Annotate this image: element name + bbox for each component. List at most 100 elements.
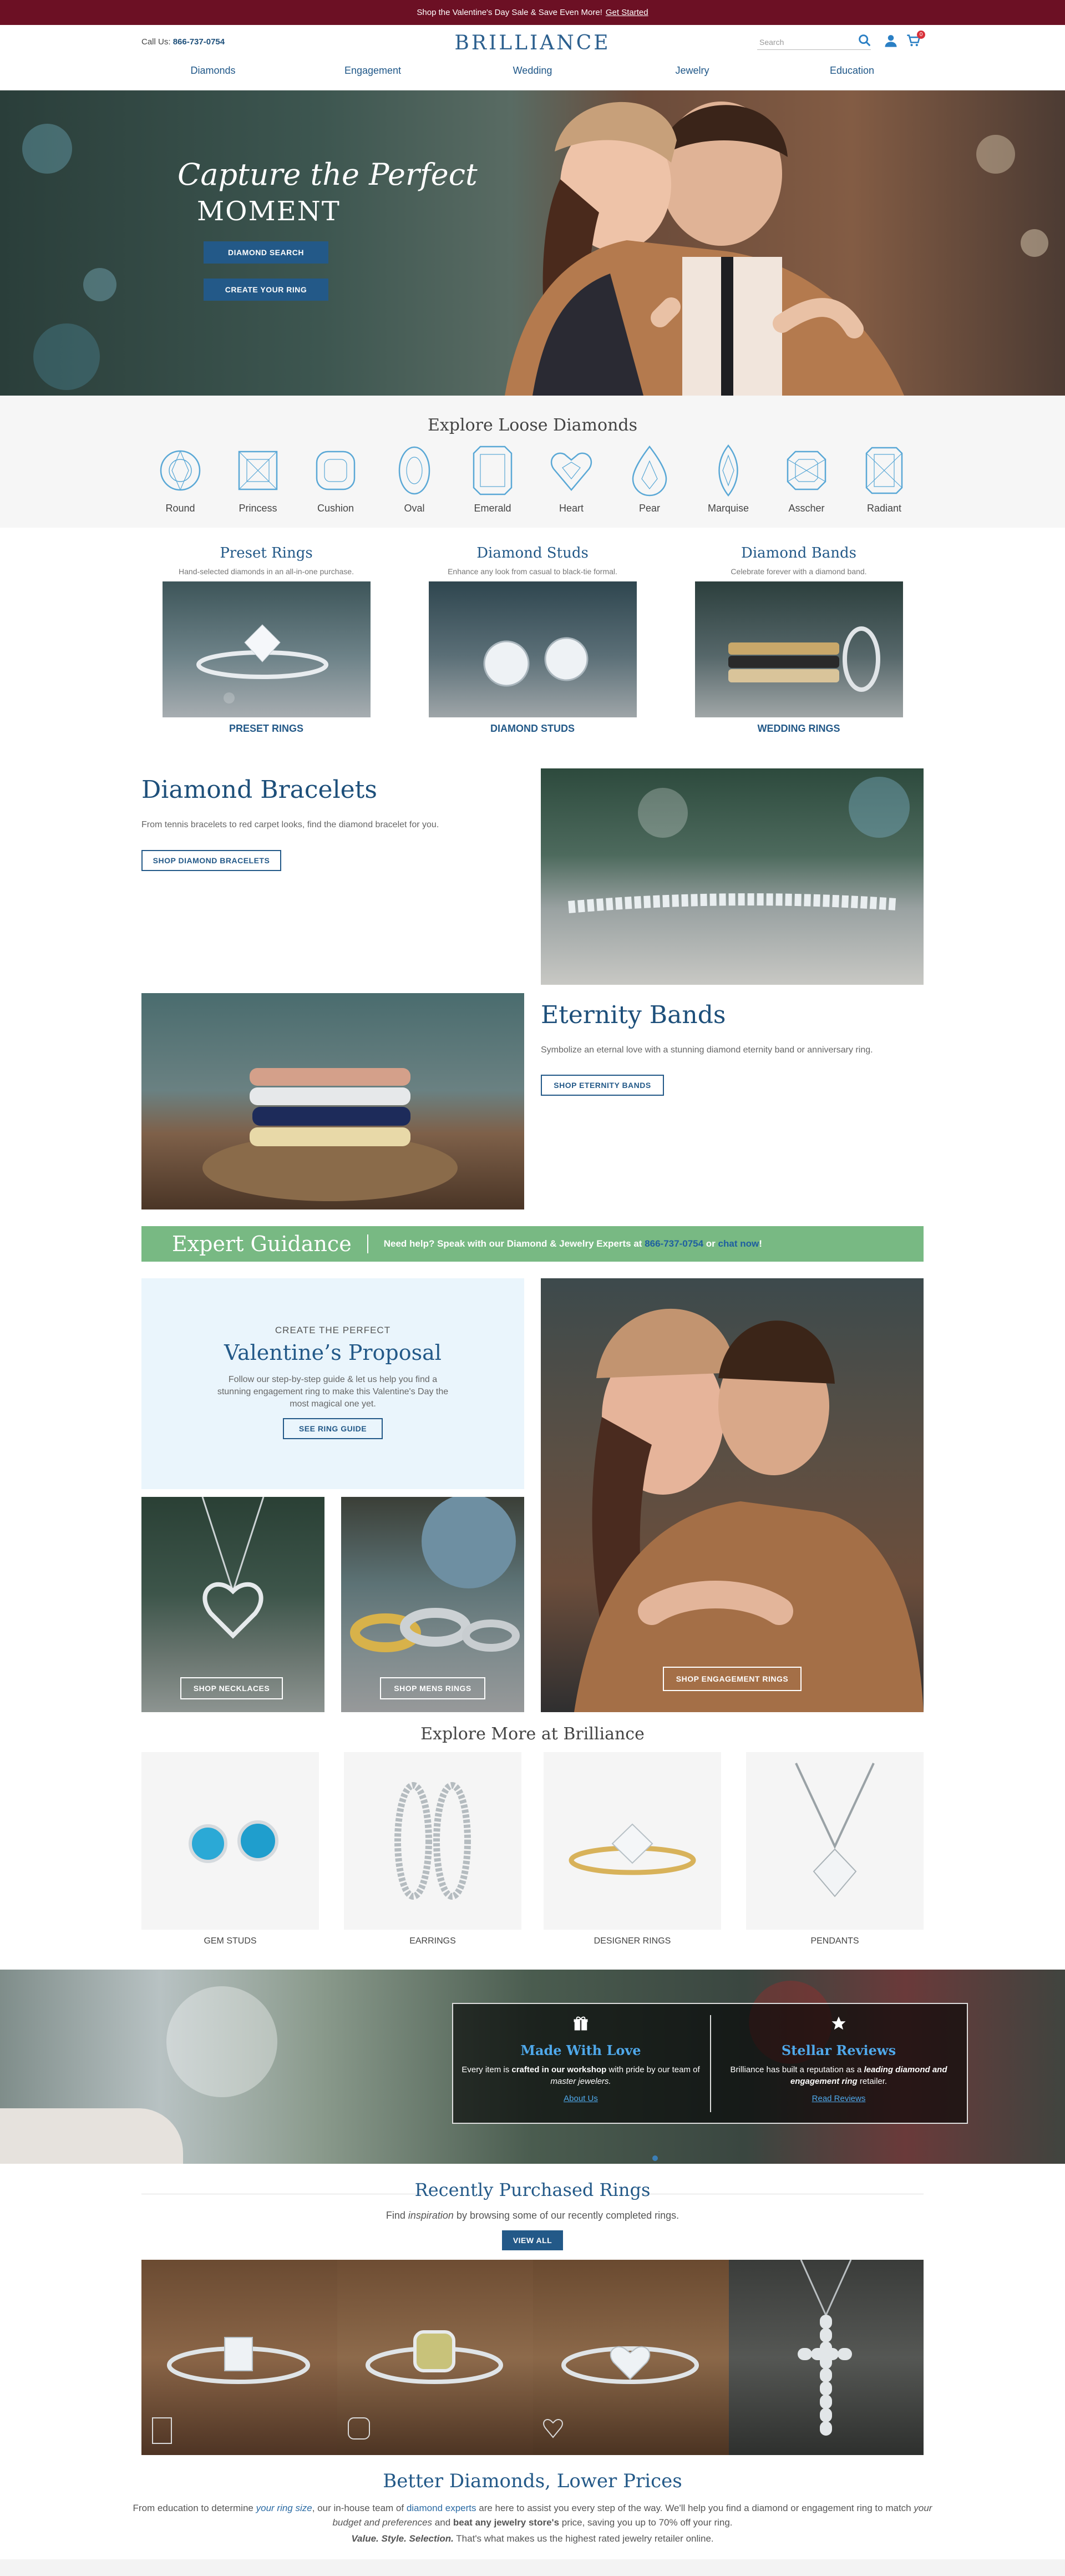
valentines-proposal-box: CREATE THE PERFECT Valentine’s Proposal … <box>141 1278 524 1489</box>
shop-necklaces-button[interactable]: SHOP NECKLACES <box>180 1677 283 1699</box>
better-diamonds-title: Better Diamonds, Lower Prices <box>383 2470 682 2492</box>
hero-script-text: Capture the Perfect <box>178 157 478 192</box>
cushion-diamond-icon <box>316 451 356 490</box>
hero-couple-image <box>505 102 904 396</box>
bracelets-text: From tennis bracelets to red carpet look… <box>141 820 439 829</box>
shape-emerald[interactable]: Emerald <box>459 444 526 514</box>
earrings-card[interactable] <box>344 1752 521 1930</box>
shop-engagement-rings-button[interactable]: SHOP ENGAGEMENT RINGS <box>663 1667 802 1691</box>
nav-engagement[interactable]: Engagement <box>344 65 401 77</box>
hero-banner: Capture the Perfect MOMENT DIAMOND SEARC… <box>0 90 1065 396</box>
carousel-dot[interactable] <box>652 2155 658 2161</box>
diamond-bands-title[interactable]: Diamond Bands <box>693 545 904 561</box>
account-icon[interactable] <box>883 33 899 48</box>
main-nav: Diamonds Engagement Wedding Jewelry Educ… <box>0 65 1065 87</box>
shape-asscher[interactable]: Asscher <box>773 444 840 514</box>
trust-box: Made With Love Every item is crafted in … <box>452 2003 968 2124</box>
shape-princess[interactable]: Princess <box>225 444 291 514</box>
recently-purchased-title: Recently Purchased Rings <box>414 2179 651 2200</box>
preset-rings-title[interactable]: Preset Rings <box>161 545 372 561</box>
loose-diamonds-section: Explore Loose Diamonds Round Princess Cu… <box>0 396 1065 528</box>
recent-ring-1[interactable] <box>141 2260 337 2455</box>
recent-ring-2[interactable] <box>337 2260 533 2455</box>
preset-rings-image[interactable] <box>163 581 371 717</box>
recently-purchased-sub: Find inspiration by browsing some of our… <box>386 2210 679 2221</box>
designer-rings-label[interactable]: DESIGNER RINGS <box>544 1936 721 1946</box>
shop-eternity-bands-button[interactable]: SHOP ETERNITY BANDS <box>541 1075 664 1096</box>
oval-diamond-icon <box>398 446 430 495</box>
nav-jewelry[interactable]: Jewelry <box>675 65 709 77</box>
marquise-diamond-icon <box>718 444 738 497</box>
search-icon[interactable] <box>857 33 873 48</box>
gem-studs-label[interactable]: GEM STUDS <box>141 1936 319 1946</box>
preset-rings-link[interactable]: PRESET RINGS <box>161 723 372 735</box>
pendants-label[interactable]: PENDANTS <box>746 1936 924 1946</box>
nav-diamonds[interactable]: Diamonds <box>190 65 235 77</box>
promo-text: Shop the Valentine's Day Sale & Save Eve… <box>417 8 602 17</box>
shape-oval[interactable]: Oval <box>381 444 448 514</box>
engagement-couple-image[interactable]: SHOP ENGAGEMENT RINGS <box>541 1278 924 1712</box>
shape-label: Round <box>165 503 195 514</box>
round-diamond-icon <box>160 450 201 491</box>
shape-pear[interactable]: Pear <box>616 444 683 514</box>
made-with-love-text: Every item is crafted in our workshop wi… <box>462 2065 700 2086</box>
ring-size-link[interactable]: your ring size <box>256 2503 312 2513</box>
preset-rings-sub: Hand-selected diamonds in an all-in-one … <box>179 567 354 576</box>
bracelet-image[interactable] <box>541 768 924 985</box>
eternity-bands-image[interactable] <box>141 993 524 1209</box>
footer-strip <box>0 2559 1065 2576</box>
diamond-studs-link[interactable]: DIAMOND STUDS <box>427 723 638 735</box>
explore-more-title: Explore More at Brilliance <box>420 1724 645 1744</box>
read-reviews-link[interactable]: Read Reviews <box>717 2094 961 2103</box>
gem-studs-card[interactable] <box>141 1752 319 1930</box>
shape-heart[interactable]: Heart <box>538 444 605 514</box>
shop-mens-rings-button[interactable]: SHOP MENS RINGS <box>380 1677 485 1699</box>
guidance-phone-link[interactable]: 866-737-0754 <box>645 1238 703 1249</box>
recent-ring-3[interactable] <box>533 2260 729 2455</box>
diamond-studs-sub: Enhance any look from casual to black-ti… <box>448 567 617 576</box>
nav-wedding[interactable]: Wedding <box>513 65 552 77</box>
earrings-label[interactable]: EARRINGS <box>344 1936 521 1946</box>
eternity-bands-title: Eternity Bands <box>541 1001 726 1029</box>
chat-now-link[interactable]: chat now <box>718 1238 759 1249</box>
shape-label: Princess <box>239 503 277 514</box>
diamond-bands-image[interactable] <box>695 581 903 717</box>
proposal-title: Valentine’s Proposal <box>224 1340 442 1365</box>
about-us-link[interactable]: About Us <box>459 2094 703 2103</box>
recent-pendant-4[interactable] <box>729 2260 924 2455</box>
shape-label: Asscher <box>788 503 825 514</box>
diamond-studs-title[interactable]: Diamond Studs <box>427 545 638 561</box>
promo-bar: Shop the Valentine's Day Sale & Save Eve… <box>0 0 1065 25</box>
diamond-studs-image[interactable] <box>429 581 637 717</box>
view-all-button[interactable]: VIEW ALL <box>502 2230 563 2250</box>
better-diamonds-text: From education to determine your ring si… <box>133 2503 932 2528</box>
promo-link[interactable]: Get Started <box>606 8 648 17</box>
shop-diamond-bracelets-button[interactable]: SHOP DIAMOND BRACELETS <box>141 850 281 871</box>
gem-studs-image <box>189 1820 278 1863</box>
wedding-rings-link[interactable]: WEDDING RINGS <box>693 723 904 735</box>
guidance-divider <box>367 1234 368 1253</box>
brand-logo[interactable]: BRILLIANCE <box>0 32 1065 54</box>
shape-label: Emerald <box>474 503 511 514</box>
search-input[interactable]: Search <box>757 33 871 50</box>
see-ring-guide-button[interactable]: SEE RING GUIDE <box>283 1418 383 1439</box>
create-your-ring-button[interactable]: CREATE YOUR RING <box>204 279 328 301</box>
necklaces-image[interactable]: SHOP NECKLACES <box>141 1497 324 1712</box>
diamond-experts-link[interactable]: diamond experts <box>407 2503 476 2513</box>
shape-round[interactable]: Round <box>147 444 214 514</box>
pendants-card[interactable] <box>746 1752 924 1930</box>
value-style-selection-text: Value. Style. Selection. That's what mak… <box>351 2533 714 2544</box>
shape-cushion[interactable]: Cushion <box>302 444 369 514</box>
shape-radiant[interactable]: Radiant <box>851 444 917 514</box>
designer-rings-card[interactable] <box>544 1752 721 1930</box>
diamond-search-button[interactable]: DIAMOND SEARCH <box>204 241 328 264</box>
princess-diamond-icon <box>238 451 278 490</box>
shape-marquise[interactable]: Marquise <box>695 444 762 514</box>
expert-guidance-title: Expert Guidance <box>172 1232 352 1256</box>
earrings-image <box>394 1782 471 1900</box>
guidance-or: or <box>706 1238 716 1249</box>
mens-rings-image[interactable]: SHOP MENS RINGS <box>341 1497 524 1712</box>
stellar-reviews-title: Stellar Reviews <box>781 2042 896 2058</box>
expert-guidance-text: Need help? Speak with our Diamond & Jewe… <box>384 1238 762 1249</box>
nav-education[interactable]: Education <box>830 65 874 77</box>
